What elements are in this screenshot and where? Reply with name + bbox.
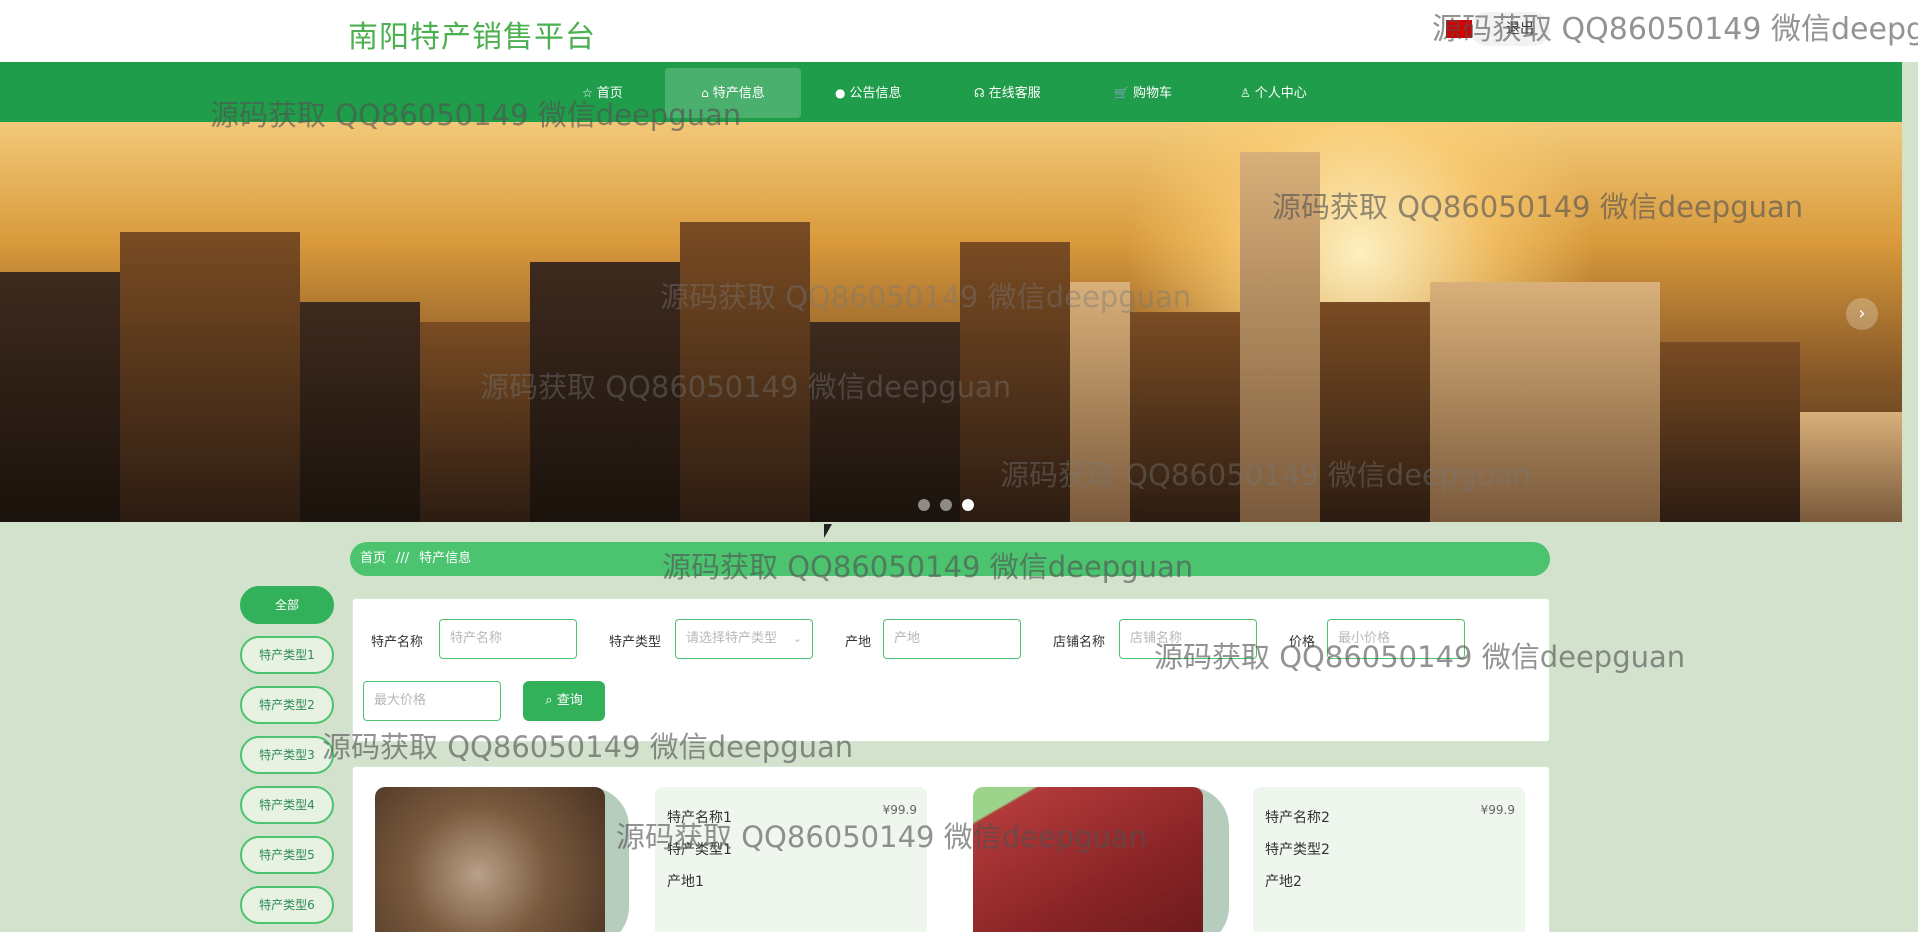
carousel-dot-active[interactable]	[962, 499, 974, 511]
carousel-dot[interactable]	[918, 499, 930, 511]
watermark-text: 源码获取 QQ86050149 微信deepguan	[1000, 458, 1532, 492]
user-icon: ♙	[1240, 86, 1251, 100]
banner-building	[0, 272, 120, 522]
type-select[interactable]: 请选择特产类型 ⌄	[675, 619, 813, 659]
origin-label: 产地	[845, 635, 872, 650]
category-button[interactable]: 特产类型1	[240, 636, 334, 674]
banner-building	[810, 322, 960, 522]
banner-building	[1660, 342, 1800, 522]
nav-item-announcements[interactable]: ● 公告信息	[823, 68, 914, 118]
breadcrumb-separator: ///	[396, 551, 410, 566]
category-all-button[interactable]: 全部	[240, 586, 334, 624]
product-origin: 产地1	[667, 874, 704, 890]
watermark-text: 源码获取 QQ86050149 微信deepguan	[616, 820, 1148, 854]
breadcrumb-current: 特产信息	[419, 551, 472, 566]
nav-item-label: 个人中心	[1254, 86, 1307, 101]
watermark-text: 源码获取 QQ86050149 微信deepguan	[660, 280, 1192, 314]
watermark-text: 源码获取 QQ86050149 微信deepguan	[480, 370, 1012, 404]
category-button[interactable]: 特产类型2	[240, 686, 334, 724]
carousel-dot[interactable]	[940, 499, 952, 511]
search-button[interactable]: ⌕ 查询	[523, 681, 605, 721]
type-select-placeholder: 请选择特产类型	[686, 631, 778, 646]
site-title: 南阳特产销售平台	[348, 20, 596, 55]
page: 南阳特产销售平台 退出 源码获取 QQ86050149 微信deepguan ☆…	[0, 0, 1918, 932]
watermark-text: 源码获取 QQ86050149 微信deepguan	[322, 730, 854, 764]
banner-building	[420, 322, 530, 522]
cart-icon: 🛒	[1114, 86, 1129, 100]
carousel-dots	[918, 496, 984, 515]
banner-building	[300, 302, 420, 522]
category-sidebar: 全部 特产类型1 特产类型2 特产类型3 特产类型4 特产类型5 特产类型6	[240, 586, 334, 932]
product-price: ¥99.9	[1480, 803, 1515, 817]
name-label: 特产名称	[371, 635, 424, 650]
type-label: 特产类型	[609, 635, 662, 650]
category-button[interactable]: 特产类型3	[240, 736, 334, 774]
product-type: 特产类型2	[1265, 842, 1330, 858]
product-image[interactable]	[375, 787, 605, 932]
nav-item-online-service[interactable]: ☊ 在线客服	[962, 68, 1053, 118]
product-info[interactable]: 特产名称2 特产类型2 产地2 ¥99.9	[1253, 787, 1525, 932]
watermark-text: 源码获取 QQ86050149 微信deepguan	[662, 550, 1194, 584]
shop-label: 店铺名称	[1053, 635, 1106, 650]
category-button[interactable]: 特产类型4	[240, 786, 334, 824]
product-image[interactable]	[973, 787, 1203, 932]
chevron-down-icon: ⌄	[792, 632, 802, 645]
banner-carousel[interactable]: ›	[0, 122, 1902, 522]
search-icon: ⌕	[545, 693, 553, 708]
banner-building	[1800, 412, 1902, 522]
watermark-text: 源码获取 QQ86050149 微信deepguan	[1432, 12, 1918, 47]
breadcrumb-home[interactable]: 首页	[360, 551, 386, 566]
watermark-text: 源码获取 QQ86050149 微信deepguan	[210, 98, 742, 132]
product-info[interactable]: 特产名称1 特产类型1 产地1 ¥99.9	[655, 787, 927, 932]
product-origin: 产地2	[1265, 874, 1302, 890]
banner-next-arrow[interactable]: ›	[1846, 298, 1878, 330]
max-price-input[interactable]: 最大价格	[363, 681, 501, 721]
nav-item-label: 公告信息	[849, 86, 902, 101]
nav-item-cart[interactable]: 🛒 购物车	[1102, 68, 1184, 118]
top-bar: 南阳特产销售平台 退出 源码获取 QQ86050149 微信deepguan	[0, 0, 1918, 62]
banner-building	[120, 232, 300, 522]
search-button-label: 查询	[556, 693, 583, 708]
nav-item-label: 在线客服	[988, 86, 1041, 101]
watermark-text: 源码获取 QQ86050149 微信deepguan	[1272, 190, 1804, 224]
headset-icon: ☊	[974, 86, 985, 100]
info-icon: ●	[835, 86, 846, 100]
product-name: 特产名称2	[1265, 810, 1330, 826]
category-button[interactable]: 特产类型5	[240, 836, 334, 874]
watermark-text: 源码获取 QQ86050149 微信deepguan	[1154, 640, 1686, 674]
name-input[interactable]: 特产名称	[439, 619, 577, 659]
origin-input[interactable]: 产地	[883, 619, 1021, 659]
nav-item-personal-center[interactable]: ♙ 个人中心	[1228, 68, 1319, 118]
category-button[interactable]: 特产类型6	[240, 886, 334, 924]
nav-item-label: 购物车	[1132, 86, 1172, 101]
mouse-cursor-icon	[824, 524, 832, 538]
